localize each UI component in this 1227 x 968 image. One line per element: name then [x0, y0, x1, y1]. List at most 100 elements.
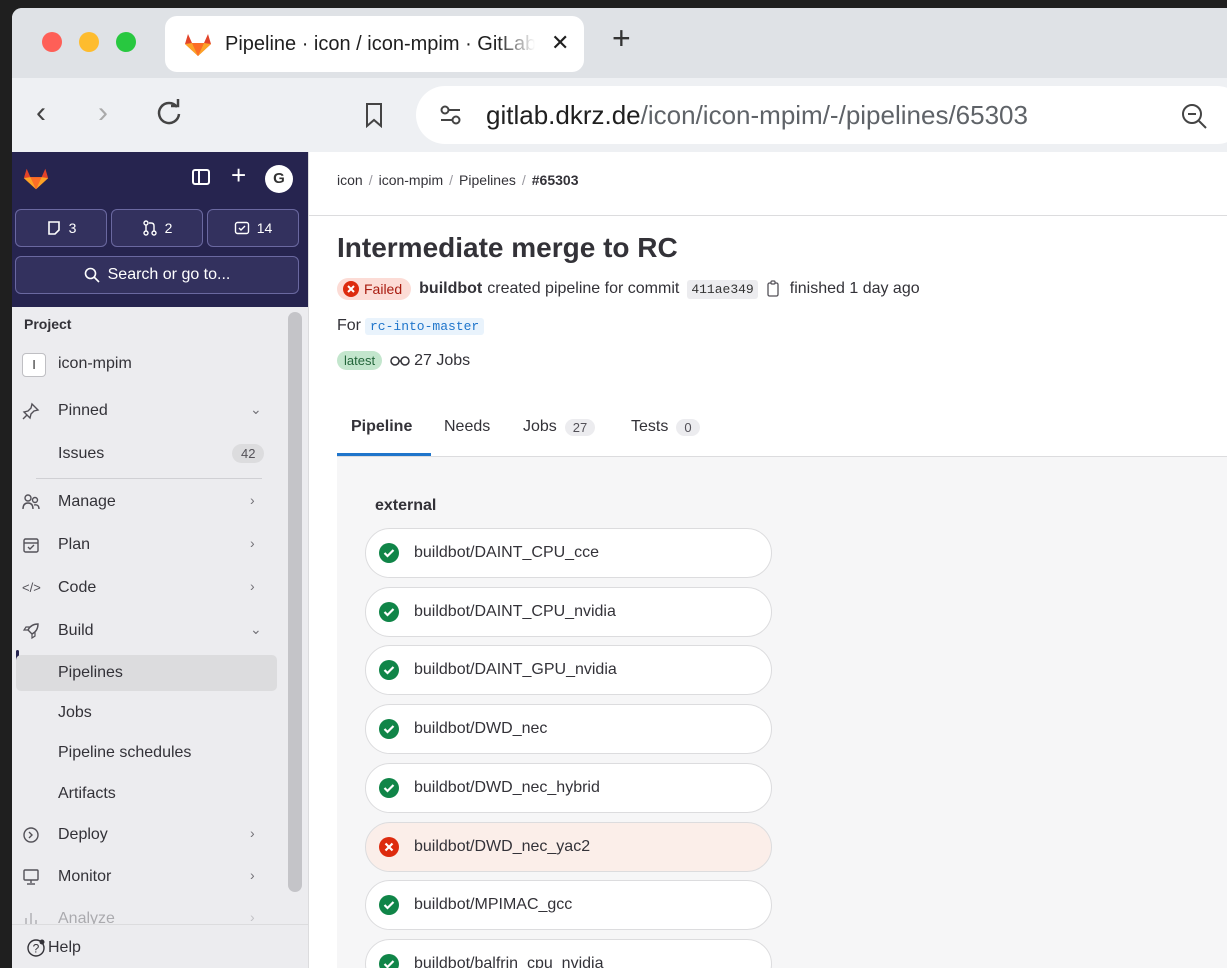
success-status-icon — [379, 953, 399, 968]
stage-title: external — [375, 497, 437, 514]
job-item[interactable]: buildbot/DWD_nec_hybrid — [365, 762, 772, 813]
page-title: Intermediate merge to RC — [337, 232, 678, 263]
back-icon[interactable]: ‹ — [36, 96, 46, 130]
job-item[interactable]: buildbot/DAINT_CPU_cce — [365, 528, 772, 578]
chevron-down-icon: ⌄ — [250, 401, 262, 417]
search-label: Search or go to... — [107, 266, 231, 283]
branch-link[interactable]: rc-into-master — [365, 318, 485, 335]
help-icon: ? — [27, 939, 45, 957]
job-name: buildbot/DAINT_CPU_cce — [414, 544, 599, 561]
created-text: created pipeline for commit — [487, 280, 680, 297]
tab-label: Needs — [444, 418, 491, 435]
help-button[interactable]: ? Help — [12, 924, 308, 968]
sidebar-item-issues[interactable]: Issues 42 — [16, 436, 277, 472]
close-tab-icon[interactable]: ✕ — [551, 30, 569, 56]
tab-count: 0 — [676, 418, 700, 436]
job-item[interactable]: buildbot/DWD_nec — [365, 704, 772, 755]
todos-counter[interactable]: 14 — [207, 209, 299, 247]
search-button[interactable]: Search or go to... — [15, 256, 299, 294]
tab-tests[interactable]: Tests 0 — [631, 418, 700, 436]
status-label: Failed — [364, 281, 403, 297]
new-tab-icon[interactable]: + — [612, 22, 631, 54]
issues-counter[interactable]: 3 — [15, 209, 107, 247]
sidebar-item-pipelines[interactable]: Pipelines — [16, 655, 277, 691]
tab-label: Pipeline — [351, 418, 413, 435]
sidebar-item-jobs[interactable]: Jobs — [16, 695, 277, 731]
site-settings-icon[interactable] — [438, 104, 464, 126]
success-status-icon — [379, 895, 399, 916]
breadcrumb-link[interactable]: icon — [337, 172, 363, 188]
sidebar-scrollbar[interactable] — [288, 312, 302, 892]
job-name: buildbot/DAINT_GPU_nvidia — [414, 661, 617, 679]
job-item[interactable]: buildbot/DAINT_CPU_nvidia — [365, 586, 772, 637]
merge-requests-count: 2 — [164, 220, 173, 236]
sidebar-item-label: Pinned — [58, 402, 108, 419]
create-new-icon[interactable]: + — [231, 160, 246, 191]
maximize-window-button[interactable] — [116, 32, 136, 52]
sidebar-item-pipeline-schedules[interactable]: Pipeline schedules — [16, 735, 277, 771]
users-icon — [22, 494, 40, 510]
job-item[interactable]: buildbot/DWD_nec_yac2 — [365, 821, 772, 872]
breadcrumb-current[interactable]: #65303 — [532, 172, 579, 188]
sidebar-divider — [36, 478, 262, 479]
todos-count: 14 — [256, 220, 273, 236]
search-icon — [84, 267, 100, 283]
sidebar-item-label: icon-mpim — [58, 355, 132, 372]
main-content: icon / icon-mpim / Pipelines / #65303 Intermed… — [309, 152, 1227, 968]
copy-icon[interactable] — [766, 280, 782, 298]
author-link[interactable]: buildbot — [419, 280, 482, 298]
chevron-right-icon: › — [250, 909, 255, 925]
failed-status-icon — [379, 836, 399, 857]
bookmark-icon[interactable] — [364, 102, 384, 128]
tab-count: 27 — [564, 418, 596, 436]
sidebar-item-deploy[interactable]: Deploy › — [16, 817, 277, 853]
job-item[interactable]: buildbot/MPIMAC_gcc — [365, 880, 772, 931]
job-name: buildbot/balfrin_cpu_nvidia — [414, 954, 604, 968]
zoom-out-icon[interactable] — [1180, 102, 1208, 130]
gitlab-logo-icon[interactable] — [22, 166, 50, 192]
browser-tab[interactable]: Pipeline · icon / icon-mpim · GitLab ✕ — [165, 16, 584, 72]
sidebar-item-build[interactable]: Build ⌄ — [16, 613, 277, 649]
sidebar-item-project[interactable]: I icon-mpim — [16, 346, 277, 382]
breadcrumb: icon / icon-mpim / Pipelines / #65303 — [337, 172, 578, 188]
sidebar-item-plan[interactable]: Plan › — [16, 527, 277, 563]
avatar[interactable]: G — [265, 165, 293, 193]
sidebar-item-label: Monitor — [58, 868, 112, 885]
address-bar[interactable]: gitlab.dkrz.de/icon/icon-mpim/-/pipeline… — [416, 86, 1227, 144]
merge-requests-counter[interactable]: 2 — [111, 209, 203, 247]
gitlab-favicon-icon — [185, 34, 211, 56]
tab-needs[interactable]: Needs — [444, 418, 490, 436]
job-item[interactable]: buildbot/balfrin_cpu_nvidia — [365, 938, 772, 968]
job-item[interactable]: buildbot/DAINT_GPU_nvidia — [365, 645, 772, 696]
tab-label: Tests — [631, 418, 669, 435]
forward-icon[interactable]: › — [98, 96, 108, 130]
sidebar-item-code[interactable]: </> Code › — [16, 570, 277, 606]
breadcrumb-link[interactable]: icon-mpim — [379, 172, 444, 188]
sidebar-item-monitor[interactable]: Monitor › — [16, 859, 277, 895]
commit-sha[interactable]: 411ae349 — [687, 279, 758, 299]
sidebar-item-label: Code — [58, 579, 97, 596]
status-badge[interactable]: Failed — [337, 278, 412, 300]
minimize-window-button[interactable] — [79, 32, 99, 52]
toggle-sidebar-icon[interactable] — [192, 169, 210, 185]
tab-strip: Pipeline · icon / icon-mpim · GitLab ✕ + — [12, 8, 1227, 78]
breadcrumb-link[interactable]: Pipelines — [459, 172, 516, 188]
sidebar-item-pinned[interactable]: Pinned ⌄ — [16, 393, 277, 429]
tab-jobs[interactable]: Jobs 27 — [523, 418, 596, 436]
sidebar: + G 3 2 14 Search or go to... Project I … — [12, 152, 309, 968]
tab-pipeline[interactable]: Pipeline — [351, 418, 412, 436]
pipeline-icon — [390, 355, 410, 366]
job-name: buildbot/DWD_nec — [414, 720, 548, 738]
sidebar-item-label: Deploy — [58, 826, 108, 843]
project-avatar: I — [22, 353, 46, 377]
sidebar-item-manage[interactable]: Manage › — [16, 484, 277, 520]
jobs-summary: 27 Jobs — [414, 351, 471, 369]
sidebar-item-label: Pipeline schedules — [58, 744, 192, 761]
tab-label: Jobs — [523, 418, 557, 435]
chevron-right-icon: › — [250, 867, 255, 883]
sidebar-item-artifacts[interactable]: Artifacts — [16, 776, 277, 812]
breadcrumb-separator: / — [521, 172, 526, 188]
close-window-button[interactable] — [42, 32, 62, 52]
reload-icon[interactable] — [154, 98, 184, 128]
svg-text:?: ? — [33, 942, 40, 956]
